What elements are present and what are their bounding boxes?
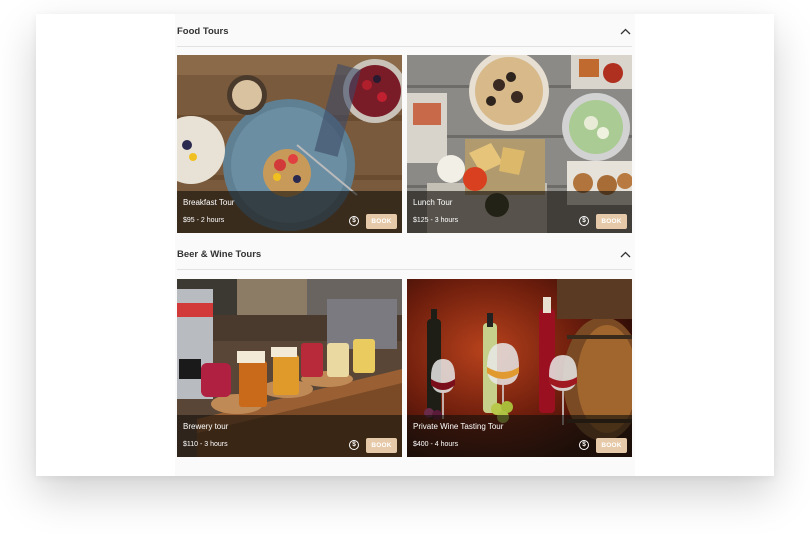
- tour-price-duration: $400 - 4 hours: [413, 441, 459, 448]
- tour-price-duration: $110 - 3 hours: [183, 441, 228, 448]
- chevron-up-icon[interactable]: [618, 24, 632, 38]
- tour-card-breakfast[interactable]: Breakfast Tour $95 - 2 hours $ BOOK: [177, 55, 402, 233]
- tour-price-duration: $95 - 2 hours: [183, 217, 225, 224]
- book-button[interactable]: BOOK: [366, 214, 397, 229]
- dollar-circle-icon: $: [579, 440, 589, 450]
- dollar-circle-icon: $: [349, 440, 359, 450]
- tour-name: Private Wine Tasting Tour: [413, 422, 504, 431]
- book-button[interactable]: BOOK: [366, 438, 397, 453]
- tour-name: Lunch Tour: [413, 198, 453, 207]
- section-header-beer-wine-tours[interactable]: Beer & Wine Tours: [177, 239, 632, 270]
- tour-card-brewery[interactable]: Brewery tour $110 - 3 hours $ BOOK: [177, 279, 402, 457]
- section-header-food-tours[interactable]: Food Tours: [177, 16, 632, 47]
- book-button[interactable]: BOOK: [596, 438, 627, 453]
- tour-name: Breakfast Tour: [183, 198, 235, 207]
- section-title: Beer & Wine Tours: [177, 248, 262, 260]
- dollar-circle-icon: $: [579, 216, 589, 226]
- book-button[interactable]: BOOK: [596, 214, 627, 229]
- section-title: Food Tours: [177, 25, 229, 37]
- chevron-up-icon[interactable]: [618, 247, 632, 261]
- dollar-circle-icon: $: [349, 216, 359, 226]
- tour-card-lunch[interactable]: Lunch Tour $125 - 3 hours $ BOOK: [407, 55, 632, 233]
- tour-card-wine-tasting[interactable]: Private Wine Tasting Tour $400 - 4 hours…: [407, 279, 632, 457]
- tour-price-duration: $125 - 3 hours: [413, 217, 459, 224]
- tour-name: Brewery tour: [183, 422, 229, 431]
